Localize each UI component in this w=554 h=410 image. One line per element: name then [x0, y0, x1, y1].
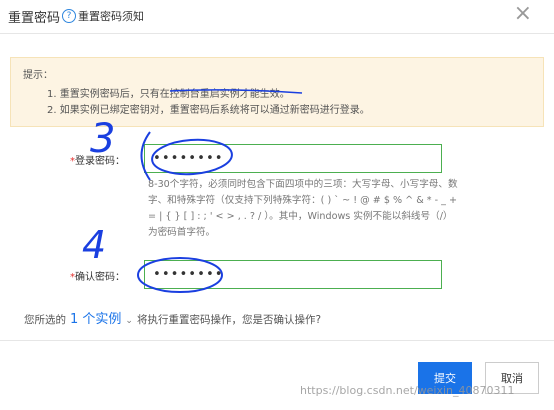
confirm-password-label: *确认密码：: [70, 272, 125, 283]
tips-line-2: 2. 如果实例已绑定密钥对，重置密码后系统将可以通过新密码进行登录。: [47, 105, 370, 116]
close-button[interactable]: ×: [514, 3, 532, 25]
dialog-header: 重置密码 ? 重置密码须知 ×: [0, 0, 554, 34]
confirm-message: 您所选的 1 个实例 ⌄ 将执行重置密码操作，您是否确认操作?: [24, 308, 321, 327]
password-requirements: 8-30个字符，必须同时包含下面四项中的三项：大写字母、小写字母、数字、和特殊字…: [148, 179, 458, 238]
tips-box: 提示： 1. 重置实例密码后，只有在控制台重启实例才能生效。 2. 如果实例已绑…: [10, 57, 544, 127]
dialog-title: 重置密码: [8, 11, 61, 26]
tips-line-1-c: 实例才能生效。: [219, 89, 290, 100]
help-icon[interactable]: ?: [62, 9, 76, 23]
help-link[interactable]: 重置密码须知: [78, 8, 144, 24]
confirm-password-input[interactable]: [144, 260, 442, 289]
tips-line-1: 1. 重置实例密码后，只有在控制台重启实例才能生效。: [47, 85, 290, 100]
login-password-label: *登录密码：: [70, 156, 125, 167]
login-password-input[interactable]: [144, 144, 442, 173]
chevron-down-icon[interactable]: ⌄: [125, 316, 133, 326]
tips-line-1-b: 在控制台重启: [159, 89, 220, 100]
confirm-prefix: 您所选的: [24, 314, 66, 326]
tips-title: 提示：: [23, 70, 53, 81]
tips-line-1-a: 1. 重置实例密码后，只有: [47, 89, 160, 100]
instance-count-link[interactable]: 1 个实例: [70, 312, 121, 327]
footer-divider: [0, 340, 554, 341]
step-number-4: 4: [82, 223, 106, 267]
watermark: https://blog.csdn.net/weixin_40870311: [300, 384, 515, 397]
confirm-suffix: 将执行重置密码操作，您是否确认操作?: [136, 314, 322, 326]
